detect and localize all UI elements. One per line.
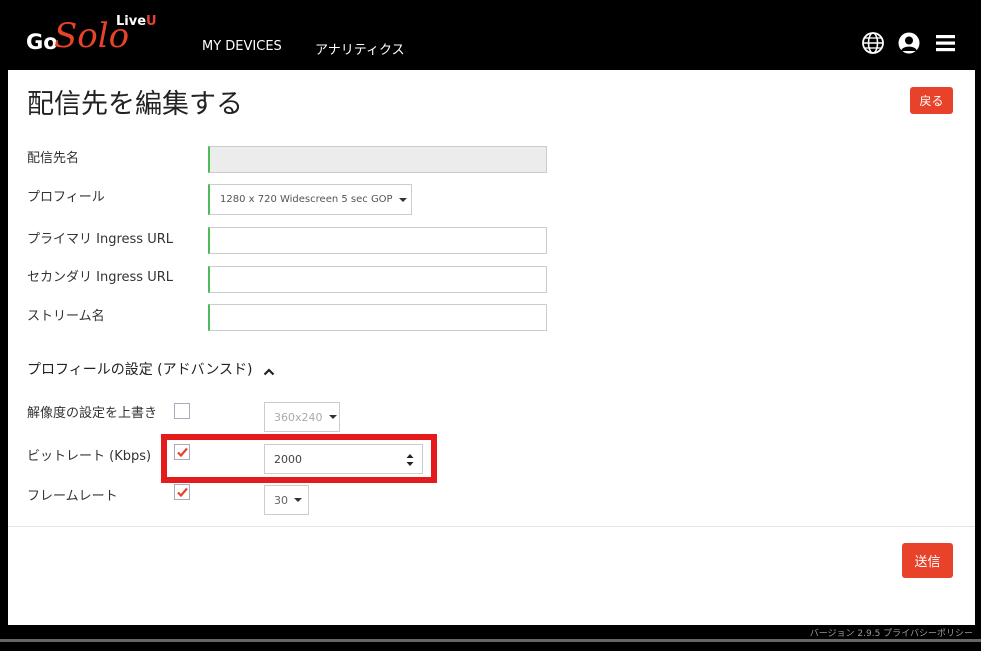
page-title: 配信先を編集する bbox=[27, 89, 243, 120]
globe-icon[interactable] bbox=[861, 31, 885, 55]
resolution-override-checkbox[interactable] bbox=[174, 403, 190, 419]
profile-label: プロフィール bbox=[27, 190, 105, 205]
resolution-override-label: 解像度の設定を上書き bbox=[27, 406, 158, 421]
secondary-ingress-url-input[interactable] bbox=[208, 266, 547, 293]
checkmark-icon bbox=[177, 487, 188, 498]
secondary-ingress-url-label: セカンダリ Ingress URL bbox=[27, 270, 173, 285]
framerate-label: フレームレート bbox=[27, 489, 118, 504]
profile-select[interactable]: 1280 x 720 Widescreen 5 sec GOP bbox=[208, 184, 412, 215]
logo-liveu: LiveU bbox=[116, 14, 157, 29]
footer-divider bbox=[0, 639, 981, 642]
framerate-select[interactable]: 30 bbox=[264, 485, 309, 515]
back-button[interactable]: 戻る bbox=[910, 87, 953, 114]
send-button[interactable]: 送信 bbox=[902, 543, 953, 578]
caret-down-icon bbox=[398, 197, 407, 202]
nav-my-devices[interactable]: MY DEVICES bbox=[202, 39, 282, 54]
user-icon[interactable] bbox=[897, 31, 921, 55]
logo-u: U bbox=[146, 14, 157, 29]
stream-name-input[interactable] bbox=[208, 304, 547, 331]
logo-live: Live bbox=[116, 14, 147, 29]
chevron-up-icon[interactable] bbox=[263, 362, 275, 376]
destination-name-input[interactable] bbox=[208, 146, 547, 173]
framerate-select-value: 30 bbox=[274, 493, 288, 507]
bitrate-label: ビットレート (Kbps) bbox=[27, 449, 152, 464]
gosolo-logo[interactable]: Go Solo LiveU bbox=[24, 14, 164, 62]
divider bbox=[8, 526, 975, 527]
profile-select-value: 1280 x 720 Widescreen 5 sec GOP bbox=[220, 194, 393, 205]
advanced-settings-toggle[interactable]: プロフィールの設定 (アドバンスド) bbox=[27, 359, 253, 379]
top-bar: Go Solo LiveU MY DEVICES アナリティクス bbox=[0, 0, 981, 70]
caret-down-icon bbox=[328, 415, 337, 419]
resolution-select[interactable]: 360x240 bbox=[264, 402, 340, 432]
footer-version-privacy[interactable]: バージョン 2.9.5 プライバシーポリシー bbox=[810, 626, 973, 639]
logo-go: Go bbox=[26, 30, 58, 54]
destination-name-label: 配信先名 bbox=[27, 151, 80, 166]
edit-destination-panel: 配信先を編集する 戻る 配信先名 プロフィール 1280 x 720 Wides… bbox=[8, 70, 975, 625]
resolution-select-value: 360x240 bbox=[274, 410, 323, 424]
caret-down-icon bbox=[294, 498, 302, 502]
primary-ingress-url-label: プライマリ Ingress URL bbox=[27, 232, 173, 247]
primary-ingress-url-input[interactable] bbox=[208, 227, 547, 254]
footer: バージョン 2.9.5 プライバシーポリシー bbox=[0, 625, 981, 651]
framerate-checkbox[interactable] bbox=[174, 484, 190, 500]
menu-icon[interactable] bbox=[934, 31, 958, 55]
nav-analytics[interactable]: アナリティクス bbox=[315, 39, 405, 58]
stream-name-label: ストリーム名 bbox=[27, 309, 105, 324]
bitrate-highlight-box bbox=[161, 434, 437, 483]
